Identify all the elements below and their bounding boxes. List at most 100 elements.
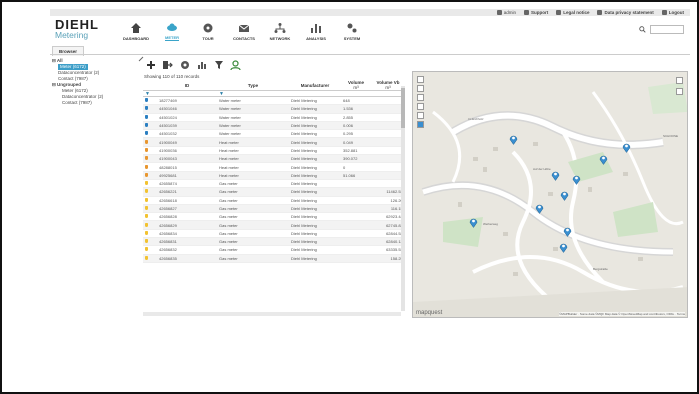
col-type[interactable]: Type	[217, 80, 289, 91]
add-button[interactable]	[145, 60, 156, 71]
table-row[interactable]: 42656829 Gas meter Diehl Metering 62745.839	[143, 220, 405, 230]
cell-volume_vb	[371, 104, 405, 114]
cell-manufacturer: Diehl Metering	[289, 137, 341, 147]
nav-label: SYSTEM	[343, 36, 361, 41]
map-marker-icon[interactable]	[572, 174, 581, 185]
funnel-icon[interactable]: ▼	[219, 92, 224, 96]
table-row[interactable]: 49925681 Heat meter Diehl Metering 51.066	[143, 171, 405, 180]
meter-type-icon	[145, 230, 148, 235]
cell-volume_vb: 158.256	[371, 254, 405, 263]
meter-type-cell	[143, 220, 157, 230]
cell-type: Gas meter	[217, 220, 289, 230]
table-row[interactable]: 41900043 Heat meter Diehl Metering 390.072	[143, 154, 405, 164]
select-area-icon[interactable]	[417, 121, 424, 128]
top-link-2[interactable]: Legal notice	[556, 10, 589, 15]
meter-type-cell	[143, 96, 157, 106]
table-row[interactable]: 44501039 Water meter Diehl Metering 0.006	[143, 121, 405, 131]
table-row[interactable]: 41900049 Heat meter Diehl Metering 0.049	[143, 137, 405, 147]
tour-button[interactable]	[179, 60, 190, 71]
cell-volume: 352.881	[341, 146, 371, 156]
table-row[interactable]: 42655874 Gas meter Diehl Metering	[143, 179, 405, 189]
assign-button[interactable]	[230, 59, 241, 71]
map-marker-icon[interactable]	[560, 190, 569, 201]
map-marker-icon[interactable]	[622, 142, 631, 153]
top-link-1[interactable]: Support	[523, 10, 548, 15]
top-link-0[interactable]: admin	[496, 10, 516, 15]
map-filter-icon[interactable]	[417, 103, 424, 110]
tree-contact-ungrouped[interactable]: Contact (7987)	[62, 100, 140, 106]
horizontal-scrollbar[interactable]	[143, 312, 401, 316]
search-input[interactable]	[650, 25, 684, 34]
nav-analysis[interactable]: ANALYSIS	[298, 16, 334, 44]
export-button[interactable]	[162, 60, 173, 71]
funnel-icon[interactable]: ▼	[145, 92, 150, 96]
col-id[interactable]: ID	[157, 80, 217, 91]
zoom-in-icon[interactable]	[417, 76, 424, 83]
top-link-3[interactable]: Data privacy statement	[597, 10, 654, 15]
map-marker-icon[interactable]	[563, 226, 572, 237]
nav-network[interactable]: NETWORK	[262, 16, 298, 44]
layers-icon[interactable]	[676, 77, 683, 84]
map-marker-icon[interactable]	[559, 242, 568, 253]
map-search-icon[interactable]	[417, 112, 424, 119]
map-street-label: Weiherweg	[483, 222, 498, 226]
map-marker-icon[interactable]	[509, 134, 518, 145]
top-link-4[interactable]: Logout	[661, 10, 684, 15]
table-row[interactable]: 42656827 Gas meter Diehl Metering 116.155	[143, 204, 405, 214]
table-row[interactable]: 48288015 Heat meter Diehl Metering 0	[143, 162, 405, 172]
table-row[interactable]: 42656831 Gas meter Diehl Metering 62840.127	[143, 237, 405, 247]
cell-manufacturer: Diehl Metering	[289, 187, 341, 197]
search-icon[interactable]	[639, 26, 646, 33]
table-row[interactable]: 42656828 Gas meter Diehl Metering 62923.442	[143, 212, 405, 222]
meter-type-cell	[143, 162, 157, 172]
network-icon	[274, 23, 286, 33]
nav-dashboard[interactable]: DASHBOARD	[118, 16, 154, 44]
diehl-logo[interactable]: DIEHL Metering	[55, 18, 99, 40]
cell-volume_vb	[371, 121, 405, 131]
map-marker-icon[interactable]	[599, 154, 608, 165]
map-marker-icon[interactable]	[551, 170, 560, 181]
nav-label: CONTACTS	[233, 36, 255, 41]
col-volume[interactable]: Volume m³	[341, 80, 371, 91]
map-settings-icon[interactable]	[676, 88, 683, 95]
table-row[interactable]: 42656221 Gas meter Diehl Metering 11462.536	[143, 187, 405, 197]
map-panel[interactable]: Im Eichholz Auf der Höhe Weiherweg Bergs…	[412, 71, 688, 318]
table-row[interactable]: 44501032 Water meter Diehl Metering 0.295	[143, 129, 405, 139]
cell-manufacturer: Diehl Metering	[289, 254, 341, 263]
table-row[interactable]: 44501046 Water meter Diehl Metering 1.536	[143, 104, 405, 114]
table-row[interactable]: 44501024 Water meter Diehl Metering 2.855	[143, 113, 405, 122]
table-row[interactable]: 42656835 Gas meter Diehl Metering 158.256	[143, 254, 405, 263]
meter-type-icon	[145, 181, 148, 186]
col-volume-vb[interactable]: Volume Vb m³	[371, 80, 405, 91]
table-row[interactable]: 41900036 Heat meter Diehl Metering 352.881	[143, 146, 405, 156]
cell-volume	[341, 204, 371, 214]
table-row[interactable]: 42656832 Gas meter Diehl Metering 63335.533	[143, 245, 405, 255]
meter-type-cell	[143, 121, 157, 131]
map-marker-icon[interactable]	[535, 203, 544, 214]
col-manufacturer[interactable]: Manufacturer	[289, 80, 341, 91]
cell-volume_vb	[371, 96, 405, 106]
meter-type-icon	[145, 189, 148, 194]
cell-type: Heat meter	[217, 162, 289, 172]
cell-id: 42656618	[157, 196, 217, 205]
table-row[interactable]: 18277469 Water meter Diehl Metering 648	[143, 96, 405, 106]
cell-manufacturer: Diehl Metering	[289, 121, 341, 131]
nav-tour[interactable]: TOUR	[190, 16, 226, 44]
map-canvas[interactable]	[413, 72, 688, 318]
vertical-scrollbar[interactable]	[401, 86, 405, 311]
zoom-out-icon[interactable]	[417, 85, 424, 92]
zoom-extent-icon[interactable]	[417, 94, 424, 101]
table-row[interactable]: 42656618 Gas meter Diehl Metering 126.209	[143, 196, 405, 205]
cell-manufacturer: Diehl Metering	[289, 229, 341, 239]
table-row[interactable]: 42656834 Gas meter Diehl Metering 62844.521	[143, 229, 405, 239]
nav-contacts[interactable]: CONTACTS	[226, 16, 262, 44]
filter-button[interactable]	[213, 60, 224, 71]
nav-system[interactable]: SYSTEM	[334, 16, 370, 44]
tour-icon	[203, 23, 213, 33]
mapquest-logo[interactable]: mapquest	[416, 310, 442, 316]
map-marker-icon[interactable]	[469, 217, 478, 228]
analysis-button[interactable]	[196, 60, 207, 71]
divider	[50, 54, 690, 55]
nav-meter[interactable]: METER	[154, 16, 190, 44]
scroll-thumb[interactable]	[401, 88, 405, 128]
